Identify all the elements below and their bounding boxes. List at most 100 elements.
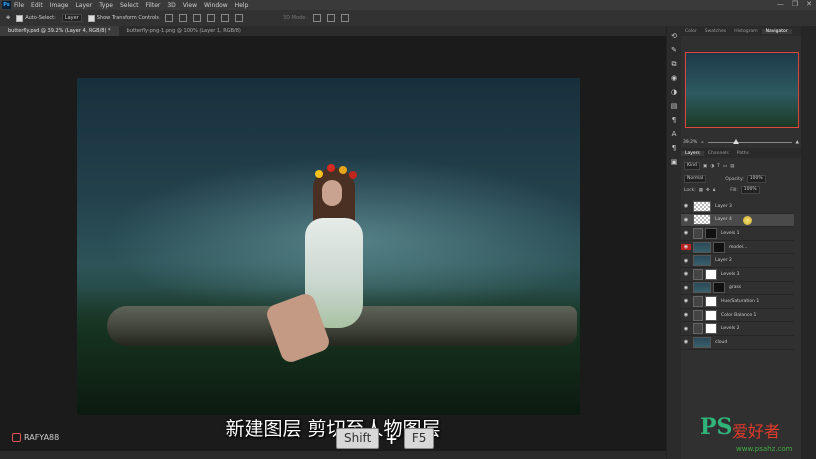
- filter-pixel-icon[interactable]: ▣: [703, 164, 707, 169]
- fill-field[interactable]: 100%: [740, 186, 760, 194]
- tab-butterfly-psd[interactable]: butterfly.psd @ 39.2% (Layer 4, RGB/8) *: [0, 26, 119, 36]
- layer-name[interactable]: Layer 4: [715, 217, 732, 222]
- visibility-eye-icon[interactable]: ◉: [681, 271, 691, 277]
- close-button[interactable]: ✕: [806, 0, 812, 8]
- properties-icon[interactable]: ◉: [670, 74, 678, 82]
- menu-help[interactable]: Help: [235, 2, 249, 9]
- align-middle-icon[interactable]: [179, 14, 188, 22]
- auto-select-checkbox[interactable]: [16, 14, 24, 22]
- clone-source-icon[interactable]: ⧉: [670, 60, 678, 68]
- layer-name[interactable]: Levels 3: [721, 272, 740, 277]
- tab-channels[interactable]: Channels: [704, 151, 733, 156]
- layer-mask-thumbnail[interactable]: [705, 309, 717, 321]
- layer-row[interactable]: ◉ Levels 1: [681, 227, 794, 241]
- layer-name[interactable]: grass: [729, 285, 741, 290]
- zoom-slider[interactable]: [707, 138, 792, 144]
- layer-mask-thumbnail[interactable]: [705, 227, 717, 239]
- paragraph-icon[interactable]: ¶: [670, 116, 678, 124]
- tab-navigator[interactable]: Navigator: [761, 28, 792, 34]
- layer-row[interactable]: ◉ grass: [681, 282, 794, 296]
- opacity-field[interactable]: 100%: [746, 175, 766, 183]
- align-center-icon[interactable]: [221, 14, 230, 22]
- layer-mask-thumbnail[interactable]: [713, 241, 725, 253]
- layer-row[interactable]: ◉ Levels 2: [681, 322, 794, 336]
- tab-layers[interactable]: Layers: [681, 150, 704, 156]
- align-right-icon[interactable]: [235, 14, 244, 22]
- auto-select-dropdown[interactable]: Layer: [61, 14, 82, 22]
- info-icon[interactable]: ▣: [670, 158, 678, 166]
- visibility-eye-icon[interactable]: ◉: [681, 244, 691, 251]
- layer-name[interactable]: Layer 2: [715, 258, 732, 263]
- 3d-pan-icon[interactable]: [340, 14, 349, 22]
- layer-row[interactable]: ◉ Layer 2: [681, 254, 794, 268]
- brush-presets-icon[interactable]: ✎: [670, 46, 678, 54]
- styles-icon[interactable]: ▤: [670, 102, 678, 110]
- align-left-icon[interactable]: [207, 14, 216, 22]
- menu-layer[interactable]: Layer: [75, 2, 92, 9]
- visibility-eye-icon[interactable]: ◉: [681, 312, 691, 318]
- zoom-value[interactable]: 39.2%: [683, 140, 697, 145]
- character-icon[interactable]: A: [670, 130, 678, 138]
- visibility-eye-icon[interactable]: ◉: [681, 326, 691, 332]
- show-transform-checkbox[interactable]: [87, 14, 95, 22]
- layer-row[interactable]: ◉ Layer 4: [681, 213, 794, 228]
- visibility-eye-icon[interactable]: ◉: [681, 217, 691, 223]
- history-icon[interactable]: ⟲: [670, 32, 678, 40]
- filter-type-icon[interactable]: T: [717, 164, 720, 169]
- layer-name[interactable]: Levels 2: [721, 326, 740, 331]
- layer-name[interactable]: Hue/Saturation 1: [721, 299, 759, 304]
- navigator-preview[interactable]: [685, 52, 799, 128]
- filter-shape-icon[interactable]: ▭: [723, 164, 727, 169]
- move-tool-icon[interactable]: ✥: [6, 15, 10, 21]
- tab-swatches[interactable]: Swatches: [701, 29, 731, 34]
- menu-image[interactable]: Image: [50, 2, 69, 9]
- layer-mask-thumbnail[interactable]: [705, 323, 717, 335]
- 3d-orbit-icon[interactable]: [312, 14, 321, 22]
- align-top-icon[interactable]: [165, 14, 174, 22]
- kind-filter-dropdown[interactable]: Kind: [684, 162, 700, 170]
- auto-select-option[interactable]: Auto-Select:: [16, 14, 56, 22]
- tab-paths[interactable]: Paths: [733, 151, 753, 156]
- layer-name[interactable]: Color Balance 1: [721, 313, 756, 318]
- layer-name[interactable]: cloud: [715, 340, 727, 345]
- layer-mask-thumbnail[interactable]: [713, 282, 725, 294]
- lock-pixels-icon[interactable]: ▦: [699, 188, 703, 193]
- layer-row[interactable]: ◉ Hue/Saturation 1: [681, 295, 794, 309]
- layer-row[interactable]: ◉ Layer 3: [681, 200, 794, 214]
- menu-filter[interactable]: Filter: [146, 2, 161, 9]
- menu-type[interactable]: Type: [99, 2, 113, 9]
- restore-button[interactable]: ❐: [792, 0, 798, 8]
- visibility-eye-icon[interactable]: ◉: [681, 298, 691, 304]
- visibility-eye-icon[interactable]: ◉: [681, 230, 691, 236]
- zoom-slider-thumb[interactable]: [732, 138, 739, 144]
- layer-name[interactable]: Levels 1: [721, 231, 740, 236]
- menu-window[interactable]: Window: [204, 2, 228, 9]
- lock-position-icon[interactable]: ✥: [706, 188, 710, 193]
- filter-smart-icon[interactable]: ▤: [730, 164, 734, 169]
- tab-color[interactable]: Color: [681, 29, 701, 34]
- tab-histogram[interactable]: Histogram: [730, 29, 761, 34]
- zoom-out-icon[interactable]: ▵: [701, 140, 703, 145]
- menu-select[interactable]: Select: [120, 2, 139, 9]
- lock-all-icon[interactable]: 🔒︎: [713, 187, 715, 193]
- layer-row[interactable]: ◉ model...: [681, 241, 794, 255]
- layer-row[interactable]: ◉ cloud: [681, 336, 794, 350]
- 3d-roll-icon[interactable]: [326, 14, 335, 22]
- visibility-eye-icon[interactable]: ◉: [681, 339, 691, 345]
- layer-name[interactable]: Layer 3: [715, 204, 732, 209]
- minimize-button[interactable]: —: [777, 0, 784, 8]
- show-transform-option[interactable]: Show Transform Controls: [87, 14, 159, 22]
- layer-mask-thumbnail[interactable]: [705, 268, 717, 280]
- zoom-in-icon[interactable]: ▲: [796, 140, 799, 145]
- menu-view[interactable]: View: [183, 2, 197, 9]
- menu-edit[interactable]: Edit: [31, 2, 43, 9]
- document-canvas-image[interactable]: [77, 78, 580, 415]
- blend-mode-dropdown[interactable]: Normal: [684, 175, 707, 183]
- filter-adjust-icon[interactable]: ◑: [710, 164, 714, 169]
- layer-name[interactable]: model...: [729, 245, 747, 250]
- layer-row[interactable]: ◉ Color Balance 1: [681, 309, 794, 323]
- menu-file[interactable]: File: [14, 2, 24, 9]
- visibility-eye-icon[interactable]: ◉: [681, 285, 691, 291]
- tab-butterfly-png[interactable]: butterfly-png-1.png @ 100% (Layer 1, RGB…: [119, 26, 249, 36]
- glyphs-icon[interactable]: ¶: [670, 144, 678, 152]
